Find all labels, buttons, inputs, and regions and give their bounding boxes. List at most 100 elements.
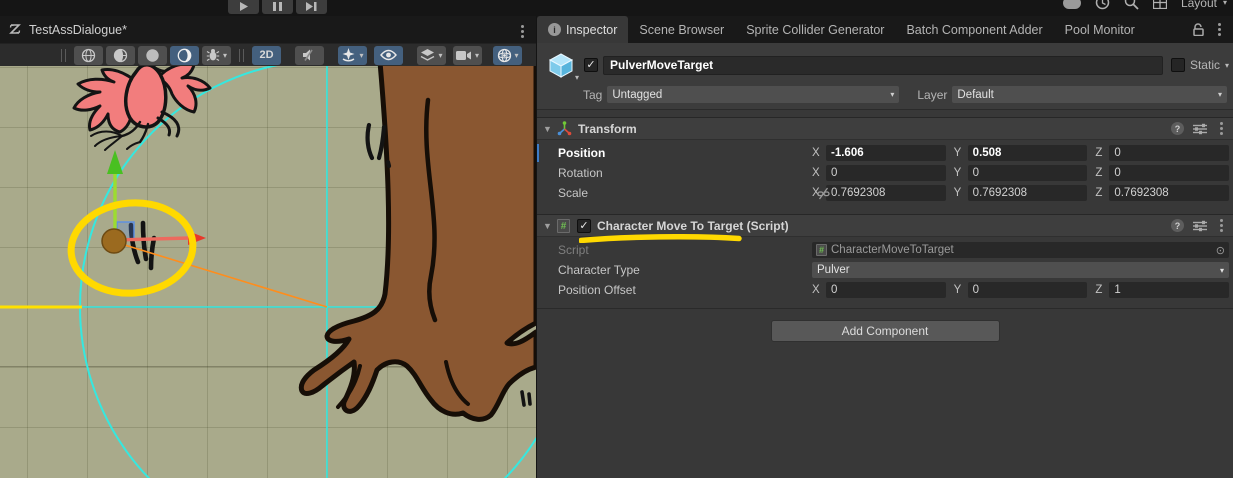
position-x-field[interactable]: -1.606 — [826, 145, 946, 161]
transform-foldout-arrow[interactable]: ▼ — [543, 124, 557, 134]
script-component-header[interactable]: ▼ # ✓ Character Move To Target (Script) … — [537, 214, 1233, 237]
offset-y-field[interactable]: 0 — [968, 282, 1088, 298]
position-y-field[interactable]: 0.508 — [968, 145, 1088, 161]
script-enabled-checkbox[interactable]: ✓ — [577, 219, 591, 233]
toolbar-right-tools: Layout ▾ — [1063, 0, 1227, 10]
presets-icon[interactable] — [1193, 123, 1207, 135]
scene-gizmo-button[interactable]: ▾ — [493, 46, 522, 65]
tag-dropdown[interactable]: Untagged ▾ — [607, 86, 899, 103]
inspector-tab-tools — [1193, 16, 1233, 43]
wireframe-sphere-icon — [81, 48, 96, 63]
tab-sprite-collider-generator[interactable]: Sprite Collider Generator — [735, 16, 895, 43]
gameobject-icon-dropdown-arrow[interactable]: ▾ — [575, 73, 579, 82]
play-button[interactable] — [228, 0, 259, 14]
axis-x-label: X — [812, 167, 822, 179]
spacer — [537, 207, 1233, 214]
main-toolbar: Layout ▾ — [0, 0, 1233, 16]
tree-sprite[interactable] — [301, 66, 536, 419]
tab-scene-browser[interactable]: Scene Browser — [628, 16, 735, 43]
axis-y-label: Y — [954, 167, 964, 179]
search-icon[interactable] — [1124, 0, 1139, 10]
step-icon — [306, 2, 317, 11]
tab-scene-asset[interactable]: TestAssDialogue* — [8, 22, 127, 37]
static-dropdown-arrow[interactable]: ▾ — [1225, 61, 1229, 70]
draw-mode-wireframe-button[interactable] — [74, 46, 103, 65]
axis-z-label: Z — [1095, 284, 1105, 296]
pause-button[interactable] — [262, 0, 293, 14]
layer-value: Default — [957, 89, 993, 101]
layout-dropdown[interactable]: Layout — [1181, 0, 1217, 10]
offset-z-field[interactable]: 1 — [1109, 282, 1229, 298]
transform-menu-icon[interactable] — [1216, 120, 1227, 137]
tab-inspector[interactable]: i Inspector — [537, 16, 628, 43]
inspector-menu-icon[interactable] — [1214, 21, 1225, 38]
gameobject-active-checkbox[interactable]: ✓ — [584, 58, 598, 72]
grass-stroke — [522, 392, 524, 405]
draw-mode-shaded-wireframe-button[interactable] — [106, 46, 135, 65]
cloud-icon[interactable] — [1063, 0, 1081, 9]
gameobject-name-input[interactable]: PulverMoveTarget — [603, 56, 1163, 75]
toolbar-drag-handle[interactable] — [61, 49, 66, 62]
character-type-label: Character Type — [558, 263, 812, 277]
scene-viewport[interactable] — [0, 66, 536, 478]
y-axis-arrowhead[interactable] — [107, 150, 123, 174]
grass-stroke — [379, 127, 384, 158]
scale-row: Scale X 0.7692308 Y 0.7692308 Z 0.769230… — [537, 183, 1229, 203]
presets-icon[interactable] — [1193, 220, 1207, 232]
scene-lighting-button[interactable]: ▾ — [338, 46, 367, 65]
lighting-dropdown-arrow[interactable]: ▾ — [359, 51, 363, 60]
transform-header[interactable]: ▼ Transform ? — [537, 117, 1233, 140]
gizmo-dropdown-arrow[interactable]: ▾ — [515, 51, 519, 60]
scene-tab-menu-icon[interactable] — [517, 23, 528, 40]
scene-tab-strip: TestAssDialogue* — [0, 16, 536, 43]
script-object-field[interactable]: # CharacterMoveToTarget ⊙ — [812, 242, 1229, 258]
static-checkbox[interactable] — [1171, 58, 1185, 72]
tab-pool-monitor[interactable]: Pool Monitor — [1054, 16, 1146, 43]
debug-mode-button[interactable]: ▾ — [202, 46, 231, 65]
rotation-x-field[interactable]: 0 — [826, 165, 946, 181]
audio-mute-button[interactable] — [295, 46, 324, 65]
scale-x-field[interactable]: 0.7692308 — [826, 185, 946, 201]
character-type-dropdown[interactable]: Pulver ▾ — [812, 262, 1229, 278]
play-icon — [239, 2, 249, 11]
layout-dropdown-arrow[interactable]: ▾ — [1223, 0, 1227, 7]
layers-button[interactable]: ▾ — [417, 46, 446, 65]
draw-mode-shaded-button[interactable] — [138, 46, 167, 65]
bug-icon — [206, 48, 220, 62]
help-icon[interactable]: ? — [1171, 219, 1184, 232]
rotation-z-field[interactable]: 0 — [1109, 165, 1229, 181]
scene-visibility-button[interactable] — [374, 46, 403, 65]
offset-x-field[interactable]: 0 — [826, 282, 946, 298]
character-type-row: Character Type Pulver ▾ — [537, 260, 1229, 280]
gameobject-icon-wrap[interactable]: ▾ — [543, 48, 579, 82]
draw-mode-rendered-button[interactable] — [170, 46, 199, 65]
camera-button[interactable]: ▾ — [453, 46, 482, 65]
layers-dropdown-arrow[interactable]: ▾ — [438, 51, 442, 60]
history-icon[interactable] — [1095, 0, 1110, 10]
scene-view-toolbar: ▾ 2D ▾ ▾ ▾ ▾ — [0, 43, 536, 66]
tab-batch-component-adder[interactable]: Batch Component Adder — [895, 16, 1053, 43]
object-picker-icon[interactable]: ⊙ — [1216, 244, 1225, 257]
toolbar-drag-handle-2[interactable] — [239, 49, 244, 62]
lock-icon[interactable] — [1193, 23, 1204, 36]
move-target-sprite[interactable] — [102, 229, 126, 253]
rotation-y-field[interactable]: 0 — [968, 165, 1088, 181]
camera-dropdown-arrow[interactable]: ▾ — [475, 51, 479, 60]
static-label: Static — [1190, 58, 1220, 72]
script-foldout-arrow[interactable]: ▼ — [543, 221, 557, 231]
unlink-scale-icon[interactable] — [817, 187, 830, 203]
step-button[interactable] — [296, 0, 327, 14]
layer-dropdown[interactable]: Default ▾ — [952, 86, 1227, 103]
position-offset-row: Position Offset X 0 Y 0 Z 1 — [537, 280, 1229, 300]
help-icon[interactable]: ? — [1171, 122, 1184, 135]
bird-sprite[interactable] — [74, 66, 210, 150]
script-menu-icon[interactable] — [1216, 217, 1227, 234]
debug-dropdown-arrow[interactable]: ▾ — [223, 51, 227, 60]
position-z-field[interactable]: 0 — [1109, 145, 1229, 161]
scale-y-field[interactable]: 0.7692308 — [968, 185, 1088, 201]
scale-z-field[interactable]: 0.7692308 — [1109, 185, 1229, 201]
x-axis-handle[interactable] — [117, 238, 190, 240]
add-component-button[interactable]: Add Component — [771, 320, 1000, 342]
scene-tab-title: TestAssDialogue* — [29, 23, 127, 37]
2d-mode-button[interactable]: 2D — [252, 46, 281, 65]
